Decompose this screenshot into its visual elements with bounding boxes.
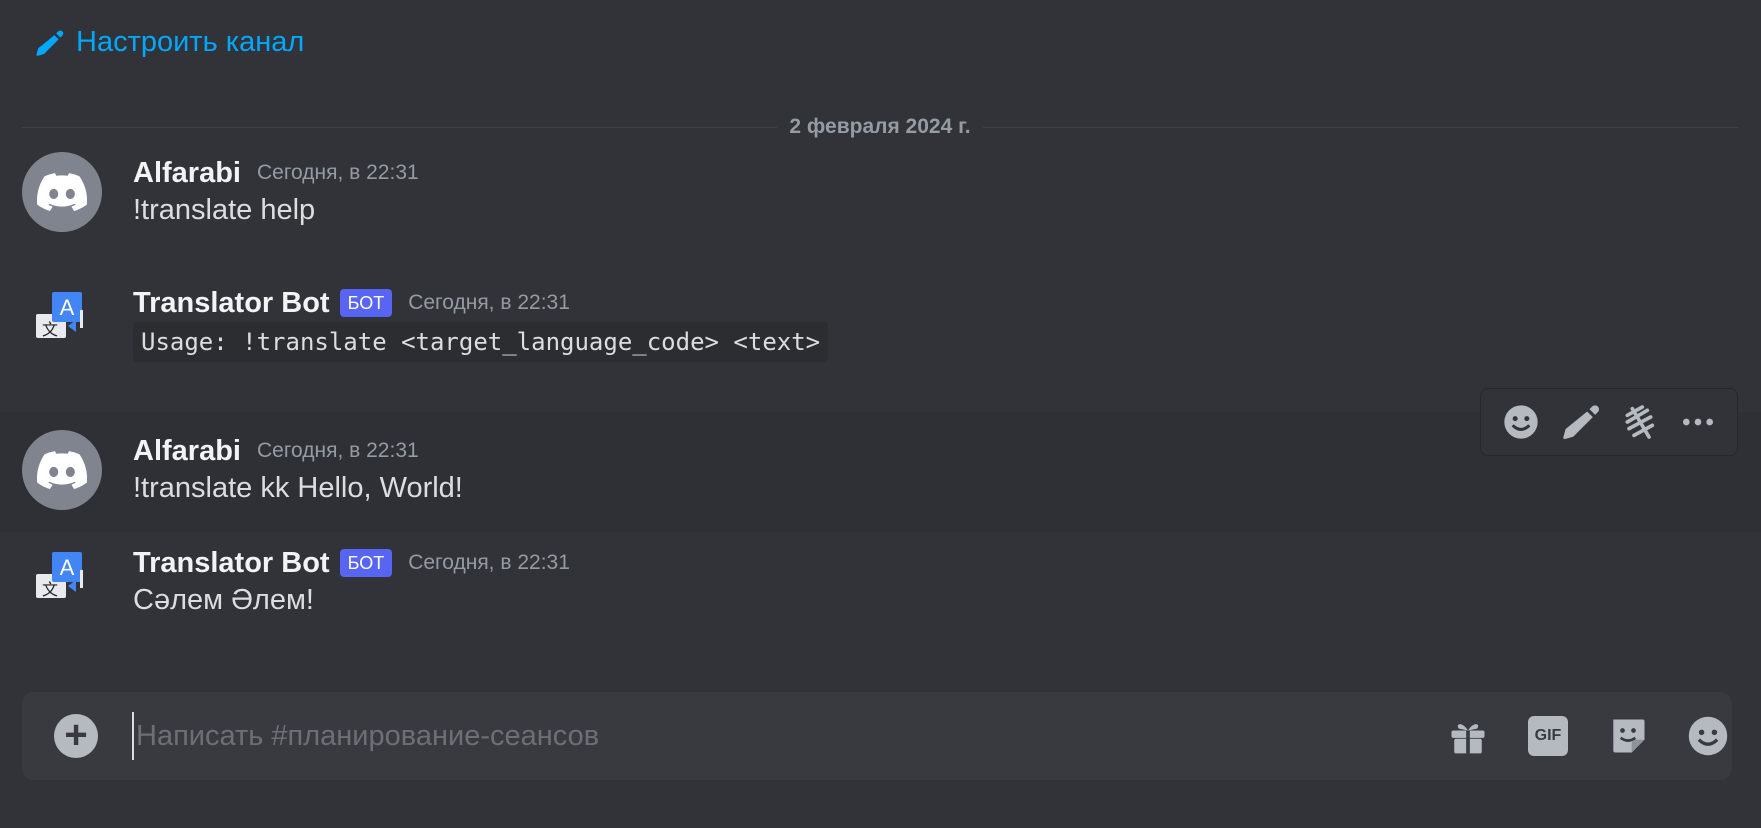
divider-line-left	[22, 126, 778, 128]
gift-icon	[1451, 724, 1485, 754]
timestamp[interactable]: Сегодня, в 22:31	[257, 161, 419, 185]
message-code-block: Usage: !translate <target_language_code>…	[133, 322, 829, 362]
message-input[interactable]	[132, 712, 1402, 760]
discord-logo-icon	[37, 173, 87, 211]
translate-bot-icon: A 文	[36, 552, 83, 599]
emoji-icon	[1688, 716, 1728, 756]
avatar[interactable]	[22, 152, 102, 232]
pencil-icon	[36, 29, 64, 56]
translate-bot-icon: A 文	[36, 292, 83, 339]
message-composer: + GIF	[22, 692, 1732, 780]
composer-actions: GIF	[1446, 712, 1732, 760]
setup-channel-link[interactable]: Настроить канал	[34, 26, 304, 59]
message-item[interactable]: A 文 Translator Bot БОТ Сегодня, в 22:31 …	[0, 282, 1761, 402]
message-header: Alfarabi Сегодня, в 22:31	[133, 432, 419, 470]
message-header: Alfarabi Сегодня, в 22:31	[133, 154, 419, 192]
divider-line-right	[982, 126, 1739, 128]
bot-badge: БОТ	[339, 549, 393, 577]
message-hover-toolbar	[1480, 388, 1738, 456]
message-content: Сәлем Әлем!	[133, 584, 314, 616]
more-icon	[1682, 418, 1713, 426]
gift-button[interactable]	[1446, 714, 1490, 758]
add-reaction-button[interactable]	[1499, 400, 1543, 444]
setup-channel-label: Настроить канал	[76, 26, 305, 58]
edit-icon	[1562, 405, 1599, 440]
avatar[interactable]: A 文	[22, 282, 102, 362]
avatar[interactable]: A 文	[22, 542, 102, 622]
more-options-button[interactable]	[1676, 400, 1720, 444]
create-thread-button[interactable]	[1617, 400, 1661, 444]
message-header: Translator Bot БОТ Сегодня, в 22:31	[133, 284, 570, 322]
avatar[interactable]	[22, 430, 102, 510]
emoji-picker-button[interactable]	[1686, 714, 1730, 758]
svg-text:A: A	[60, 555, 75, 580]
message-content: !translate kk Hello, World!	[133, 472, 463, 504]
message-header: Translator Bot БОТ Сегодня, в 22:31	[133, 544, 570, 582]
divider-date: 2 февраля 2024 г.	[789, 115, 971, 138]
discord-logo-icon	[37, 451, 87, 489]
message-content: !translate help	[133, 194, 316, 226]
gif-button[interactable]: GIF	[1526, 714, 1570, 758]
timestamp[interactable]: Сегодня, в 22:31	[257, 439, 419, 463]
username[interactable]: Alfarabi	[133, 157, 241, 190]
date-divider: 2 февраля 2024 г.	[22, 114, 1739, 140]
timestamp[interactable]: Сегодня, в 22:31	[408, 551, 570, 575]
emoji-icon	[1503, 405, 1538, 439]
thread-icon	[1625, 405, 1654, 439]
timestamp[interactable]: Сегодня, в 22:31	[408, 291, 570, 315]
sticker-icon	[1613, 719, 1645, 753]
upload-button[interactable]: +	[54, 714, 98, 758]
gif-icon: GIF	[1528, 716, 1568, 756]
message-item[interactable]: Alfarabi Сегодня, в 22:31 !translate hel…	[0, 152, 1761, 272]
message-item[interactable]: A 文 Translator Bot БОТ Сегодня, в 22:31 …	[0, 542, 1761, 662]
plus-icon: +	[64, 712, 88, 757]
edit-message-button[interactable]	[1558, 400, 1602, 444]
svg-text:文: 文	[42, 580, 58, 599]
username[interactable]: Alfarabi	[133, 435, 241, 468]
svg-text:文: 文	[42, 320, 58, 339]
username[interactable]: Translator Bot	[133, 287, 330, 320]
sticker-button[interactable]	[1606, 714, 1650, 758]
svg-text:A: A	[60, 295, 75, 320]
bot-badge: БОТ	[339, 289, 393, 317]
username[interactable]: Translator Bot	[133, 547, 330, 580]
